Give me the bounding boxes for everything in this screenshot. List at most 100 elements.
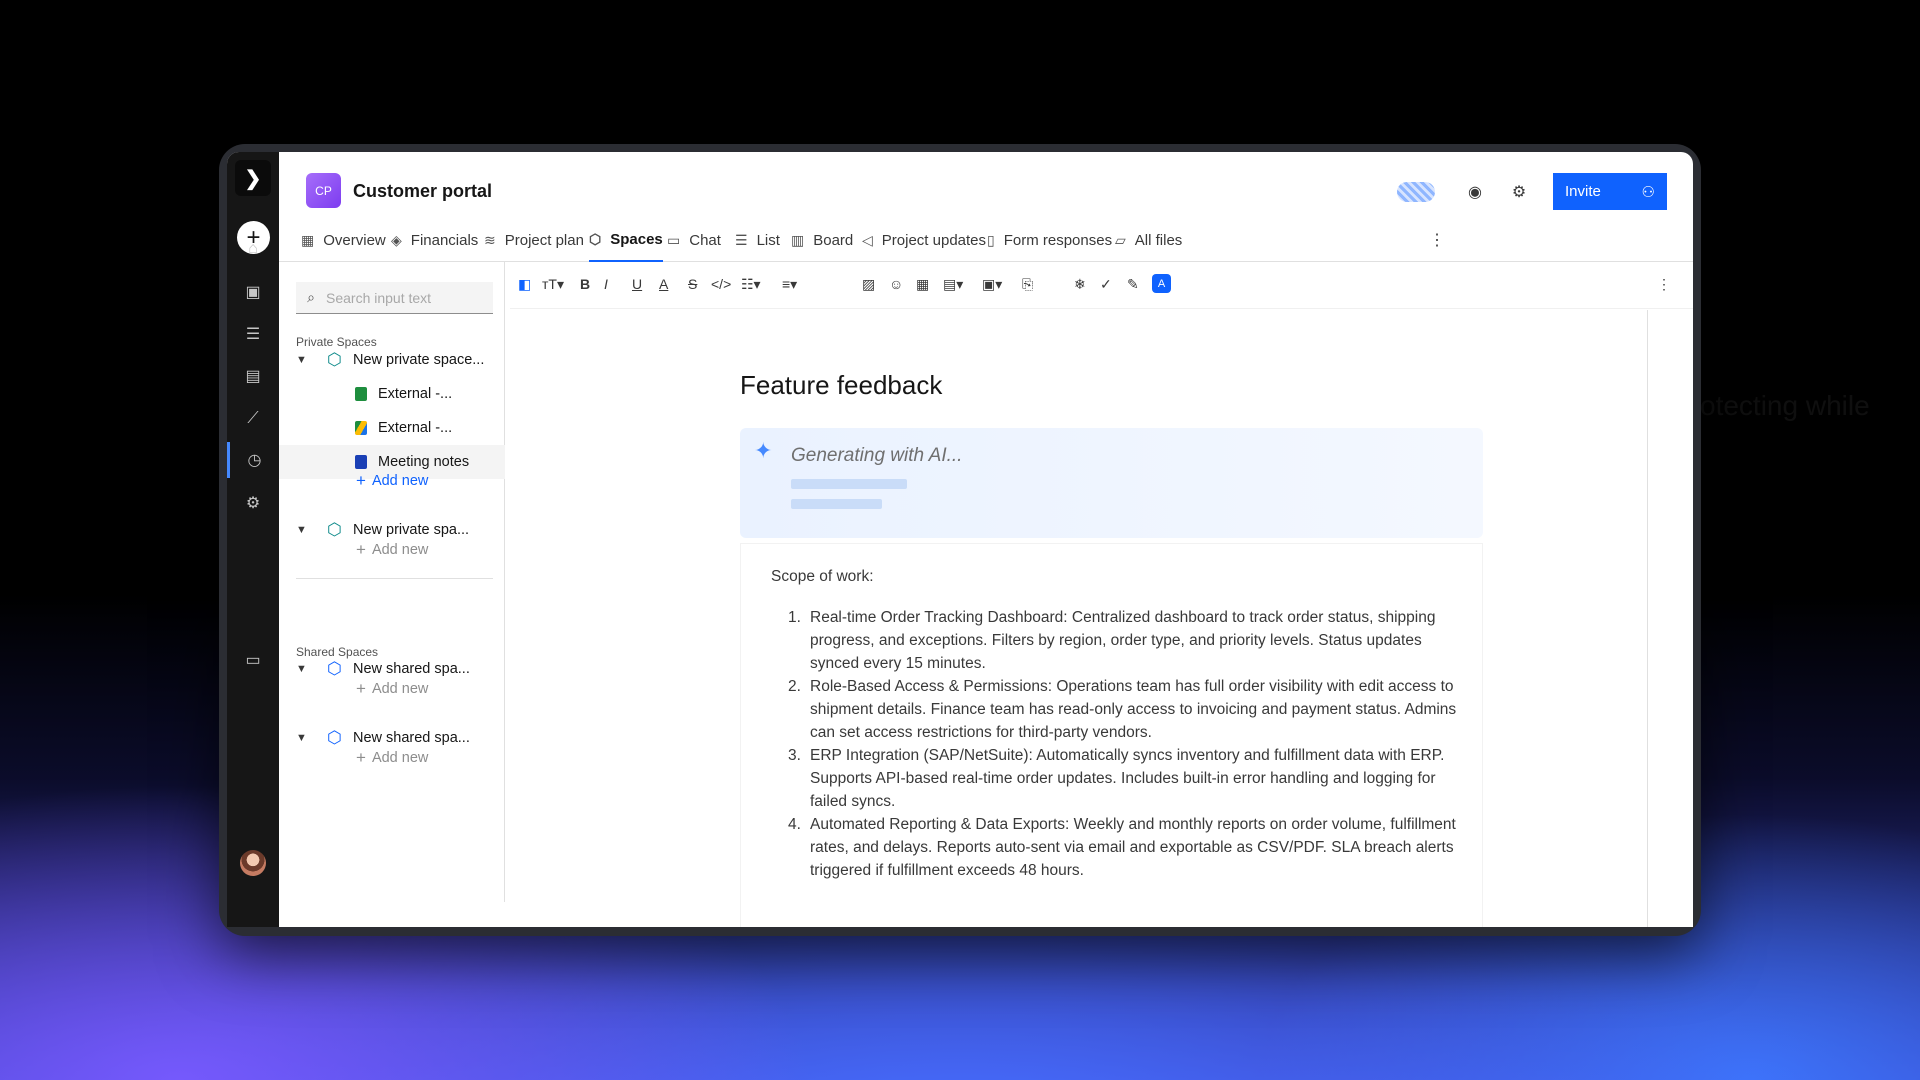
tab-chat[interactable]: ▭ Chat bbox=[667, 218, 721, 262]
sidebar-toggle-icon[interactable]: ◧ bbox=[518, 276, 531, 293]
plus-icon: + bbox=[356, 540, 366, 559]
tasks-icon[interactable]: ▣ bbox=[227, 274, 279, 310]
people-icon: ⚇ bbox=[1641, 183, 1655, 201]
table-icon[interactable]: ▦ bbox=[916, 276, 929, 293]
collaborator-avatars[interactable] bbox=[1397, 181, 1435, 202]
invite-button[interactable]: Invite ⚇ bbox=[1553, 173, 1667, 210]
tab-board[interactable]: ▥ Board bbox=[791, 218, 853, 262]
header-actions: ◉ ⚙ Invite ⚇ bbox=[1397, 173, 1667, 210]
list-icon: ☰ bbox=[735, 231, 748, 248]
add-new-button[interactable]: + Add new bbox=[356, 748, 428, 768]
more-options-icon[interactable]: ⋮ bbox=[1657, 276, 1671, 293]
italic-icon[interactable]: I bbox=[604, 276, 608, 292]
left-rail: ❯ + ⌂ ▣ ☰ ▤ ⟋ ◷ ⚙ ▭ bbox=[227, 152, 279, 927]
spaces-icon: ⬡ bbox=[589, 230, 602, 247]
project-plan-icon: ≋ bbox=[484, 231, 496, 248]
list-item: 1. Real-time Order Tracking Dashboard: Ce… bbox=[788, 609, 1436, 672]
text-size-icon[interactable]: ᴛT▾ bbox=[542, 276, 564, 293]
loading-skeleton-line bbox=[791, 499, 882, 509]
checklist-icon[interactable]: ☰ bbox=[227, 316, 279, 352]
more-tabs-icon[interactable]: ⋮ bbox=[1429, 230, 1445, 250]
bold-icon[interactable]: B bbox=[580, 276, 590, 292]
scope-list: 1. Real-time Order Tracking Dashboard: Ce… bbox=[771, 606, 1471, 882]
plus-icon: + bbox=[356, 471, 366, 490]
background-text: otecting while bbox=[1700, 390, 1870, 421]
chevron-down-icon[interactable]: ▼ bbox=[296, 354, 307, 366]
plus-icon: + bbox=[356, 679, 366, 698]
add-new-button[interactable]: + Add new bbox=[356, 540, 428, 560]
ai-status-text: Generating with AI... bbox=[791, 445, 963, 466]
overview-icon: ▦ bbox=[301, 231, 315, 248]
section-divider bbox=[296, 578, 493, 579]
invite-label: Invite bbox=[1565, 183, 1601, 200]
search-icon: ⌕ bbox=[307, 289, 315, 305]
private-space-1[interactable]: ▼ ⬡ New private space... bbox=[279, 343, 505, 377]
space-file-item[interactable]: External -... bbox=[279, 411, 505, 445]
emoji-icon[interactable]: ☺ bbox=[889, 276, 903, 292]
scope-label: Scope of work: bbox=[771, 568, 874, 585]
chevron-down-icon[interactable]: ▼ bbox=[296, 524, 307, 536]
tab-project-plan[interactable]: ≋ Project plan bbox=[484, 218, 584, 262]
chevron-down-icon[interactable]: ▼ bbox=[296, 663, 307, 675]
ai-generating-panel: ✦ Generating with AI... bbox=[740, 428, 1483, 538]
tab-all-files[interactable]: ▱ All files bbox=[1115, 218, 1182, 262]
strikethrough-icon[interactable]: S bbox=[688, 276, 697, 292]
document-title[interactable]: Feature feedback bbox=[740, 370, 942, 401]
check-circle-icon[interactable]: ✓ bbox=[1100, 276, 1112, 293]
home-icon[interactable]: ⌂ bbox=[227, 231, 279, 267]
underline-icon[interactable]: U bbox=[632, 276, 642, 292]
project-tabs: ▦ Overview ◈ Financials ≋ Project plan ⬡ Spa… bbox=[279, 218, 1693, 262]
tab-financials[interactable]: ◈ Financials bbox=[391, 218, 478, 262]
drive-icon bbox=[355, 421, 367, 435]
space-file-item[interactable]: External -... bbox=[279, 377, 505, 411]
align-icon[interactable]: ≡▾ bbox=[782, 276, 797, 293]
tab-project-updates[interactable]: ◁ Project updates bbox=[862, 218, 986, 262]
form-icon: ▯ bbox=[987, 231, 995, 248]
feedback-icon[interactable]: ▭ bbox=[227, 642, 279, 678]
folder-icon: ▱ bbox=[1115, 231, 1126, 248]
megaphone-icon: ◁ bbox=[862, 231, 873, 248]
settings-rail-icon[interactable]: ⚙ bbox=[227, 485, 279, 521]
image-icon[interactable]: ▨ bbox=[862, 276, 875, 293]
project-badge: CP bbox=[306, 173, 341, 208]
text-color-icon[interactable]: A bbox=[659, 276, 668, 292]
board-icon: ▥ bbox=[791, 231, 805, 248]
layout-icon[interactable]: ▤▾ bbox=[943, 276, 963, 293]
space-hexagon-icon: ⬡ bbox=[327, 520, 342, 539]
editor-toolbar: ◧ ᴛT▾ B I U A S </> ☷▾ ≡▾ ▨ ☺ ▦ ▤▾ ▣▾ ⎘ … bbox=[510, 262, 1693, 309]
signature-icon[interactable]: ✎ bbox=[1127, 276, 1139, 293]
chat-icon: ▭ bbox=[667, 231, 681, 248]
gear-icon[interactable]: ⚙ bbox=[1509, 182, 1529, 202]
embed-icon[interactable]: ▣▾ bbox=[982, 276, 1002, 293]
ai-assist-icon[interactable]: A bbox=[1152, 274, 1171, 293]
document-scroll-edge bbox=[1647, 310, 1648, 927]
list-item: 4. Automated Reporting & Data Exports: We… bbox=[788, 816, 1456, 879]
plus-icon: + bbox=[356, 748, 366, 767]
chevron-down-icon[interactable]: ▼ bbox=[296, 732, 307, 744]
projects-icon[interactable]: ▤ bbox=[227, 358, 279, 394]
add-new-button[interactable]: + Add new bbox=[356, 471, 428, 491]
user-avatar[interactable] bbox=[240, 850, 266, 876]
tab-form-responses[interactable]: ▯ Form responses bbox=[987, 218, 1112, 262]
code-icon[interactable]: </> bbox=[711, 276, 731, 292]
space-hexagon-icon: ⬡ bbox=[327, 350, 342, 369]
project-header: CP Customer portal ◉ ⚙ Invite ⚇ bbox=[279, 152, 1693, 212]
snowflake-icon[interactable]: ❄ bbox=[1074, 276, 1086, 293]
attachment-icon[interactable]: ⎘ bbox=[1022, 276, 1033, 293]
tab-list[interactable]: ☰ List bbox=[735, 218, 780, 262]
app-logo-icon[interactable]: ❯ bbox=[235, 160, 271, 196]
list-item: 2. Role-Based Access & Permissions: Opera… bbox=[788, 678, 1457, 741]
search-box: ⌕ bbox=[296, 282, 493, 314]
analytics-icon[interactable]: ⟋ bbox=[227, 401, 279, 437]
tab-overview[interactable]: ▦ Overview bbox=[301, 218, 386, 262]
add-new-button[interactable]: + Add new bbox=[356, 679, 428, 699]
space-hexagon-icon: ⬡ bbox=[327, 659, 342, 678]
sparkle-icon: ✦ bbox=[754, 438, 773, 463]
bullet-list-icon[interactable]: ☷▾ bbox=[741, 276, 761, 293]
timer-icon[interactable]: ◷ bbox=[227, 442, 279, 478]
search-input[interactable] bbox=[326, 289, 486, 306]
document-body[interactable]: Scope of work: 1. Real-time Order Trackin… bbox=[740, 543, 1483, 927]
app-window: ❯ + ⌂ ▣ ☰ ▤ ⟋ ◷ ⚙ ▭ CP Customer portal ◉… bbox=[227, 152, 1693, 927]
eye-icon[interactable]: ◉ bbox=[1465, 182, 1485, 202]
tab-spaces[interactable]: ⬡ Spaces bbox=[589, 218, 663, 262]
